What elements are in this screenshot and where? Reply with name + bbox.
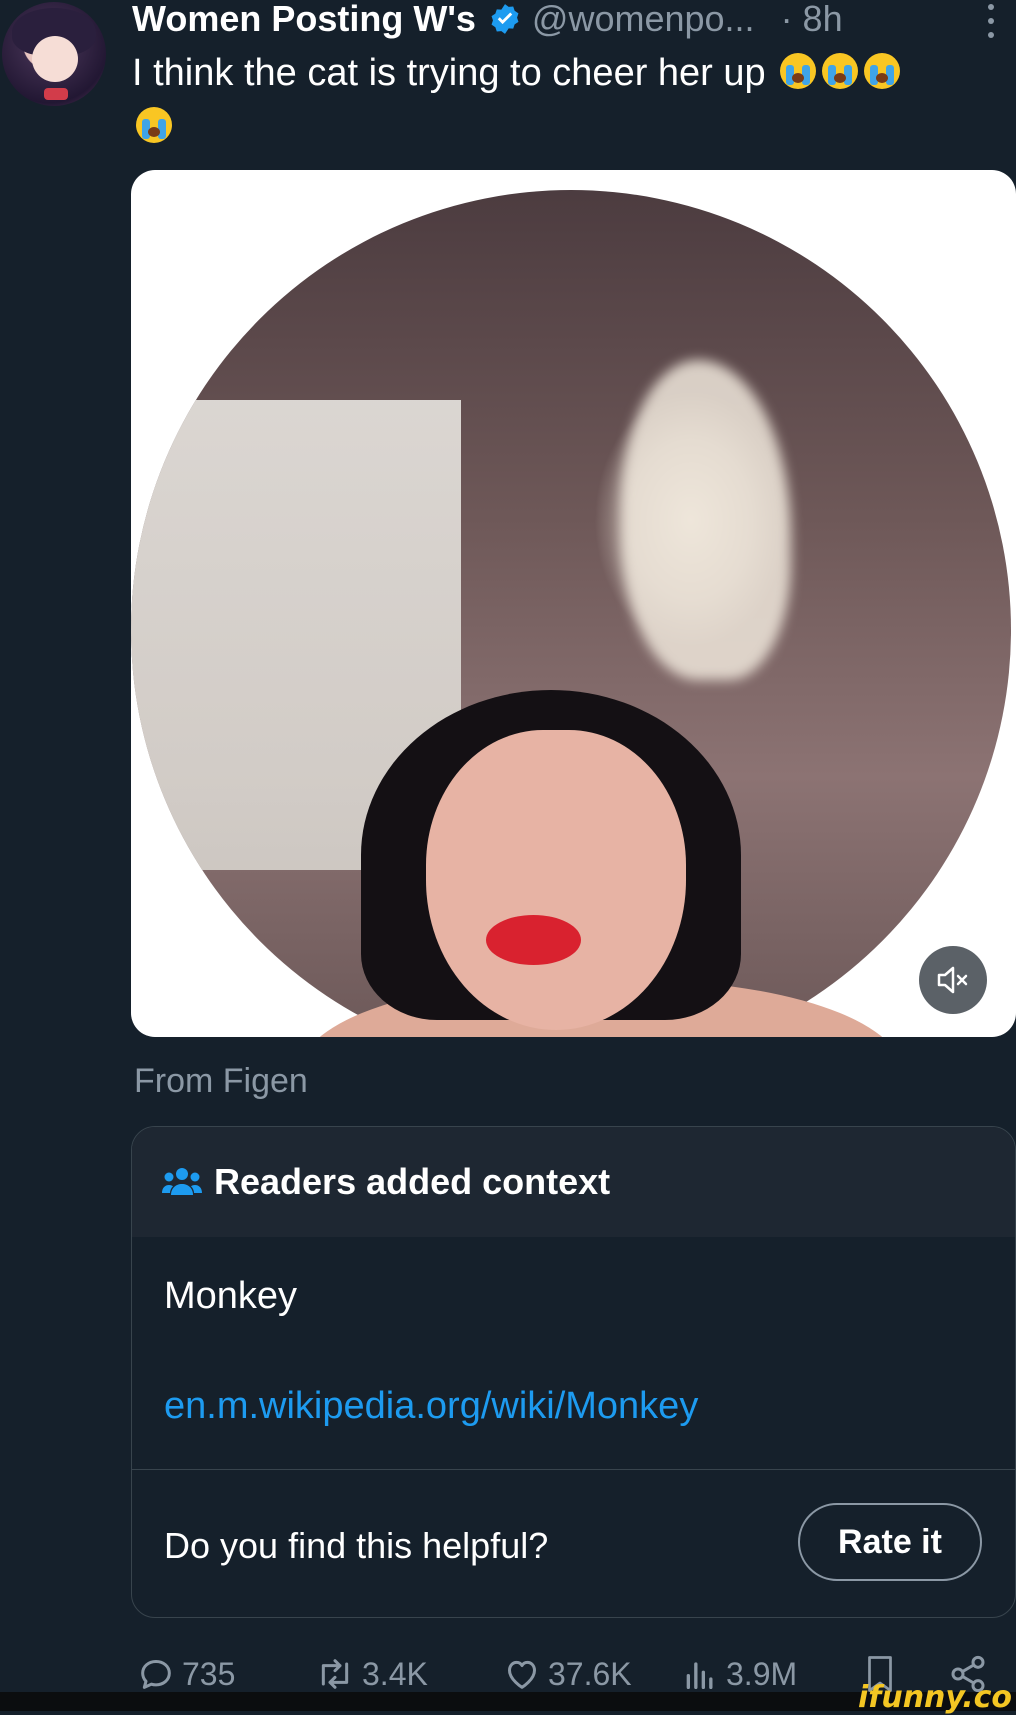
more-options-icon[interactable] (985, 4, 997, 38)
like-count: 37.6K (548, 1655, 632, 1692)
ifunny-watermark: ifunny.co (858, 1680, 1012, 1715)
video-person-lips (486, 915, 581, 965)
tweet-time[interactable]: · 8h (781, 0, 843, 40)
avatar-bow (44, 88, 68, 100)
avatar-face (32, 36, 78, 82)
repost-count: 3.4K (362, 1655, 428, 1692)
community-note-link[interactable]: en.m.wikipedia.org/wiki/Monkey (164, 1385, 698, 1428)
verified-badge-icon (491, 4, 519, 34)
tweet-text: I think the cat is trying to cheer her u… (132, 46, 1012, 154)
views-count: 3.9M (726, 1655, 798, 1692)
tweet-text-content: I think the cat is trying to cheer her u… (132, 52, 766, 94)
speaker-muted-icon (937, 966, 968, 994)
heart-icon (508, 1660, 536, 1689)
community-note-body: Monkey (164, 1275, 298, 1317)
mute-button[interactable] (919, 946, 987, 1014)
author-avatar[interactable] (2, 2, 106, 106)
tweet-video[interactable] (131, 170, 1016, 1037)
author-handle[interactable]: @womenpo... (532, 0, 755, 40)
video-person-face (426, 730, 686, 1030)
views-icon (686, 1662, 713, 1689)
reply-icon (141, 1660, 171, 1689)
helpful-prompt: Do you find this helpful? (164, 1525, 549, 1566)
community-note: Readers added context Monkey en.m.wikipe… (131, 1126, 1016, 1618)
reply-count: 735 (182, 1655, 236, 1692)
tweet-header: Women Posting W's @womenpo... · 8h (132, 0, 843, 44)
author-name[interactable]: Women Posting W's (132, 0, 476, 40)
crying-emoji-icon (822, 53, 859, 89)
crying-emoji-icon (864, 53, 901, 89)
divider (132, 1469, 1015, 1470)
community-note-title: Readers added context (214, 1161, 611, 1202)
community-note-header: Readers added context (132, 1127, 1015, 1237)
repost-icon (321, 1659, 349, 1689)
crying-emoji-icon (136, 107, 172, 143)
rate-it-button[interactable]: Rate it (798, 1503, 982, 1581)
media-attribution[interactable]: From Figen (134, 1062, 308, 1101)
crying-emoji-icon (780, 53, 817, 89)
people-icon (162, 1168, 202, 1195)
